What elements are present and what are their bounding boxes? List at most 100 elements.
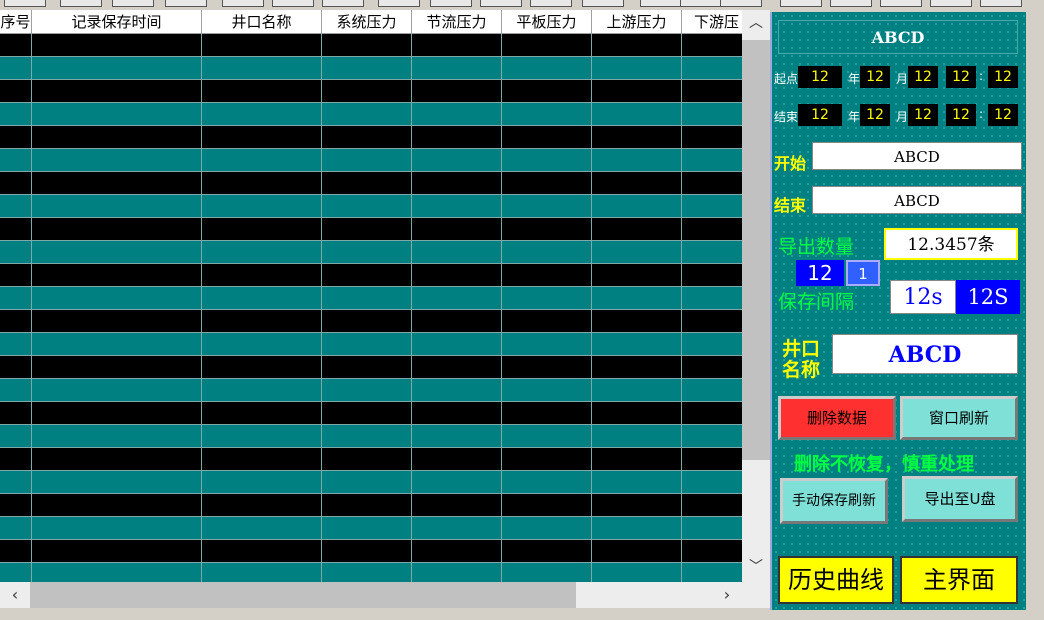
table-cell[interactable]	[202, 80, 322, 103]
table-cell[interactable]	[592, 517, 682, 540]
scroll-up-icon[interactable]: ︿	[742, 12, 770, 34]
table-cell[interactable]	[682, 448, 742, 471]
start-day-field[interactable]: 12	[908, 66, 938, 88]
table-cell[interactable]	[322, 126, 412, 149]
table-cell[interactable]	[412, 126, 502, 149]
start-hour-field[interactable]: 12	[946, 66, 976, 88]
table-cell[interactable]	[32, 195, 202, 218]
table-cell[interactable]	[0, 402, 32, 425]
table-cell[interactable]	[32, 126, 202, 149]
export-usb-button[interactable]: 导出至U盘	[902, 476, 1018, 522]
finish-field[interactable]: ABCD	[812, 186, 1022, 214]
table-cell[interactable]	[202, 34, 322, 57]
manual-save-refresh-button[interactable]: 手动保存刷新	[780, 478, 888, 524]
scroll-left-icon[interactable]: ‹	[2, 582, 28, 608]
interval-b-button[interactable]: 1	[846, 260, 880, 286]
table-cell[interactable]	[682, 425, 742, 448]
table-row[interactable]	[0, 310, 742, 333]
table-cell[interactable]	[322, 287, 412, 310]
table-cell[interactable]	[682, 402, 742, 425]
toolbar-button[interactable]	[980, 0, 1022, 7]
table-cell[interactable]	[682, 126, 742, 149]
toolbar-button[interactable]	[530, 0, 572, 7]
table-cell[interactable]	[592, 333, 682, 356]
table-cell[interactable]	[202, 402, 322, 425]
table-cell[interactable]	[592, 172, 682, 195]
table-cell[interactable]	[32, 425, 202, 448]
table-cell[interactable]	[682, 149, 742, 172]
table-row[interactable]	[0, 34, 742, 57]
toolbar-button[interactable]	[322, 0, 364, 7]
table-cell[interactable]	[0, 425, 32, 448]
table-cell[interactable]	[202, 126, 322, 149]
horizontal-scroll-thumb[interactable]	[30, 582, 576, 608]
table-cell[interactable]	[32, 517, 202, 540]
table-cell[interactable]	[0, 310, 32, 333]
scroll-down-icon[interactable]: ﹀	[742, 556, 770, 578]
table-row[interactable]	[0, 80, 742, 103]
table-cell[interactable]	[202, 57, 322, 80]
table-cell[interactable]	[0, 264, 32, 287]
table-row[interactable]	[0, 57, 742, 80]
table-cell[interactable]	[202, 287, 322, 310]
table-cell[interactable]	[682, 264, 742, 287]
table-cell[interactable]	[202, 425, 322, 448]
table-cell[interactable]	[412, 379, 502, 402]
table-cell[interactable]	[682, 333, 742, 356]
toolbar-button[interactable]	[222, 0, 264, 7]
toolbar-button[interactable]	[378, 0, 420, 7]
table-cell[interactable]	[502, 287, 592, 310]
table-cell[interactable]	[592, 241, 682, 264]
table-cell[interactable]	[682, 172, 742, 195]
table-cell[interactable]	[32, 80, 202, 103]
table-row[interactable]	[0, 241, 742, 264]
table-cell[interactable]	[682, 218, 742, 241]
table-cell[interactable]	[322, 241, 412, 264]
table-cell[interactable]	[592, 540, 682, 563]
table-cell[interactable]	[412, 195, 502, 218]
column-header[interactable]: 上游压力	[592, 10, 682, 34]
table-cell[interactable]	[202, 356, 322, 379]
toolbar-button[interactable]	[60, 0, 102, 7]
table-row[interactable]	[0, 563, 742, 582]
table-cell[interactable]	[682, 34, 742, 57]
table-cell[interactable]	[322, 448, 412, 471]
table-cell[interactable]	[412, 218, 502, 241]
table-row[interactable]	[0, 172, 742, 195]
table-cell[interactable]	[32, 402, 202, 425]
table-cell[interactable]	[202, 540, 322, 563]
table-cell[interactable]	[322, 172, 412, 195]
table-cell[interactable]	[0, 517, 32, 540]
table-cell[interactable]	[682, 517, 742, 540]
table-cell[interactable]	[592, 264, 682, 287]
table-cell[interactable]	[682, 103, 742, 126]
toolbar-button[interactable]	[4, 0, 46, 7]
begin-field[interactable]: ABCD	[812, 142, 1022, 170]
table-cell[interactable]	[322, 218, 412, 241]
table-cell[interactable]	[32, 333, 202, 356]
table-cell[interactable]	[32, 310, 202, 333]
table-row[interactable]	[0, 517, 742, 540]
table-cell[interactable]	[0, 471, 32, 494]
table-cell[interactable]	[412, 425, 502, 448]
table-cell[interactable]	[502, 402, 592, 425]
table-cell[interactable]	[32, 448, 202, 471]
table-cell[interactable]	[502, 425, 592, 448]
table-cell[interactable]	[322, 540, 412, 563]
toolbar-button[interactable]	[430, 0, 472, 7]
table-cell[interactable]	[502, 310, 592, 333]
toolbar-button[interactable]	[680, 0, 722, 7]
table-cell[interactable]	[202, 471, 322, 494]
table-cell[interactable]	[412, 310, 502, 333]
table-row[interactable]	[0, 425, 742, 448]
table-cell[interactable]	[202, 103, 322, 126]
table-cell[interactable]	[202, 195, 322, 218]
table-cell[interactable]	[592, 218, 682, 241]
table-row[interactable]	[0, 264, 742, 287]
main-screen-button[interactable]: 主界面	[900, 556, 1018, 604]
table-cell[interactable]	[682, 540, 742, 563]
toolbar-button[interactable]	[480, 0, 522, 7]
save-interval-field[interactable]: 12s	[890, 280, 956, 314]
table-cell[interactable]	[682, 563, 742, 582]
table-cell[interactable]	[682, 287, 742, 310]
